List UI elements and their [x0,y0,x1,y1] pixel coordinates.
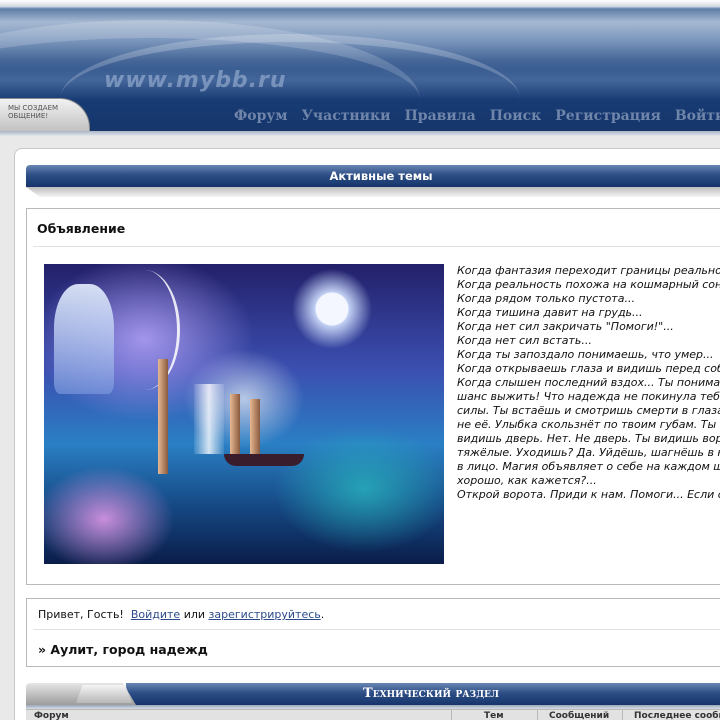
boat [224,454,304,466]
announcement-line: Открой ворота. Приди к нам. Помоги... Ес… [457,488,720,501]
col-forum: Форум [34,711,69,720]
waterfall [194,384,224,454]
divider [33,629,720,630]
announcement-line: Когда рядом только пустота... [457,292,635,305]
active-topics-bar[interactable]: Активные темы [26,165,720,187]
col-last-post: Последнее сообщ [634,711,720,720]
announcement-text: Когда фантазия переходит границы реально… [457,264,720,502]
announcement-line: шанс выжить! Что надежда не покинула теб… [457,390,720,403]
main-nav: Форум Участники Правила Поиск Регистраци… [234,108,720,124]
announcement-panel: Объявление Когда фантазия переходит гран… [26,208,720,585]
greeting-panel: Привет, Гость! Войдите или зарегистрируй… [26,598,720,667]
nav-rules[interactable]: Правила [405,108,476,124]
announcement-line: силы. Ты встаёшь и смотришь смерти в гла… [457,404,720,417]
announcement-line: не её. Улыбка скользнёт по твоим губам. … [457,418,720,431]
column-divider [622,710,623,720]
announcement-title: Объявление [37,221,126,236]
archer-figure [54,284,114,394]
nav-register[interactable]: Регистрация [555,108,661,124]
table-header: Форум Тем Сообщений Последнее сообщ [26,709,720,720]
announcement-line: Когда нет сил встать... [457,334,592,347]
announcement-line: Когда тишина давит на грудь... [457,306,643,319]
announcement-line: Когда нет сил закричать "Помоги!"... [457,320,674,333]
login-link[interactable]: Войдите [131,608,180,621]
active-topics-label[interactable]: Активные темы [26,165,720,187]
column [250,399,260,459]
announcement-image [44,264,444,564]
announcement-line: Когда фантазия переходит границы реально [457,264,720,277]
column [158,359,168,474]
forum-name: » Аулит, город надежд [38,642,208,657]
category-header: Технический раздел [26,683,720,709]
header-top-line [0,0,720,6]
guest-greeting: Привет, Гость! Войдите или зарегистрируй… [38,608,324,621]
nav-search[interactable]: Поиск [490,108,542,124]
column-divider [537,710,538,720]
greeting-period: . [320,608,325,621]
announcement-line: Когда открываешь глаза и видишь перед со… [457,362,720,375]
nav-forum[interactable]: Форум [234,108,288,124]
bow-shape [110,270,180,390]
slogan-badge-text: мы создаем общение! [8,104,59,120]
announcement-line: тяжёлые. Уходишь? Да. Уйдёшь, шагнёшь в … [457,446,720,459]
announcement-line: хорошо, как кажется?... [457,474,597,487]
greeting-hello: Привет, Гость! [38,608,124,621]
site-header: www.mybb.ru мы создаем общение! Форум Уч… [0,0,720,136]
announcement-line: Когда реальность похожа на кошмарный сон [457,278,720,291]
category-title[interactable]: Технический раздел [126,683,720,705]
nav-members[interactable]: Участники [302,108,391,124]
nav-login[interactable]: Войти [675,108,720,124]
register-link[interactable]: зарегистрируйтесь [209,608,321,621]
main-container: Активные темы Объявление Когда фантазия … [14,148,720,720]
announcement-line: видишь дверь. Нет. Не дверь. Ты видишь в… [457,432,720,445]
greeting-or: или [183,608,206,621]
announcement-line: Когда слышен последний вздох... Ты поним… [457,376,720,389]
col-topics: Тем [484,711,504,720]
logo-url: www.mybb.ru [104,68,287,93]
col-posts: Сообщений [549,711,610,720]
active-topics-bar-shadow [26,187,720,197]
announcement-line: Когда ты запоздало понимаешь, что умер..… [457,348,714,361]
collapse-toggle[interactable] [76,685,132,703]
divider [33,246,720,247]
header-bottom-line [0,131,720,136]
announcement-line: в лицо. Магия объявляет о себе на каждом… [457,460,720,473]
column-divider [451,710,452,720]
